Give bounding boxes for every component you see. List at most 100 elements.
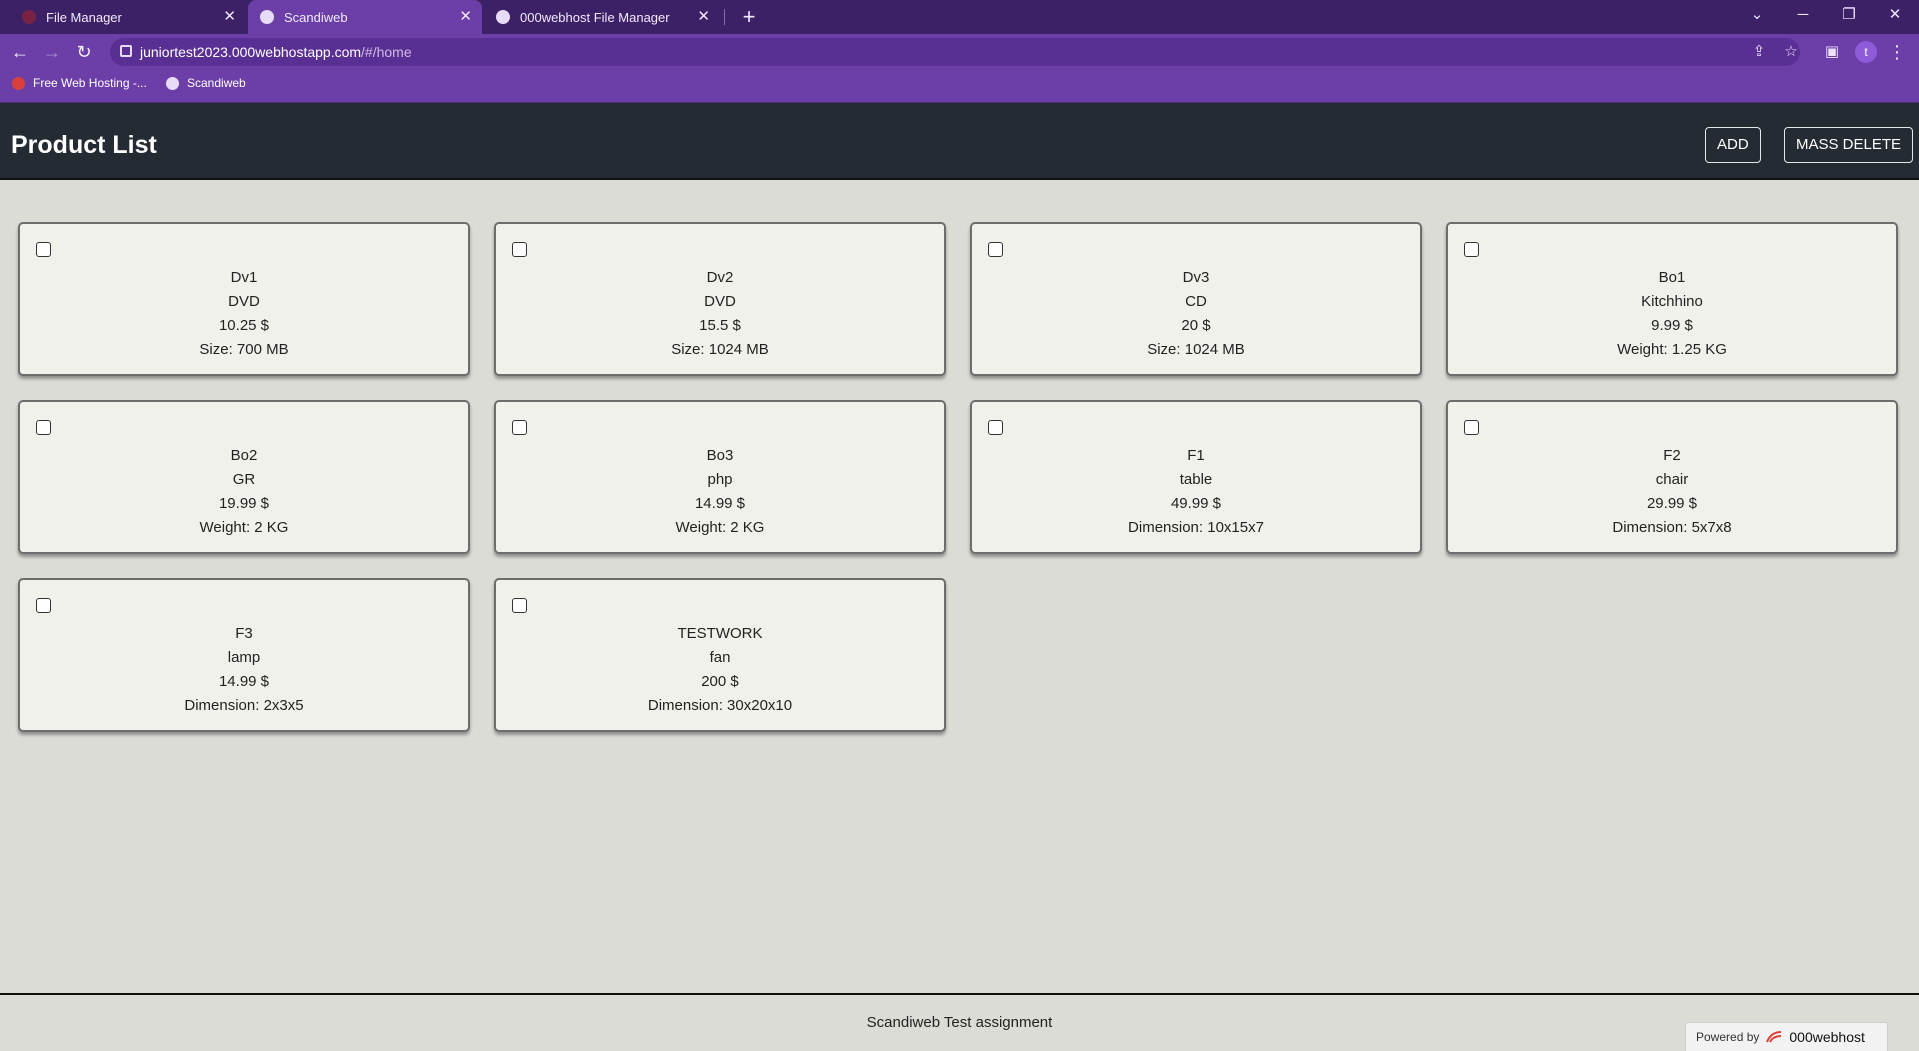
bookmark-star-icon[interactable]: ☆ [1782,43,1800,61]
product-sku: F3 [235,625,253,642]
product-card: F1 table 49.99 $ Dimension: 10x15x7 [970,400,1422,554]
bookmark-free-web-hosting[interactable]: Free Web Hosting -... [12,76,147,90]
address-bar[interactable]: juniortest2023.000webhostapp.com/#/home … [110,38,1800,66]
tab-separator [724,9,725,25]
profile-avatar[interactable]: t [1855,41,1877,63]
product-card: Dv1 DVD 10.25 $ Size: 700 MB [18,222,470,376]
product-attribute: Dimension: 5x7x8 [1612,519,1732,536]
tab-search-icon[interactable]: ⌄ [1734,0,1780,30]
delete-checkbox[interactable] [1464,420,1479,435]
tab-title: File Manager [46,9,122,25]
close-tab-icon[interactable]: ✕ [697,9,710,25]
product-attribute: Dimension: 2x3x5 [184,697,304,714]
tab-file-manager[interactable]: File Manager ✕ [10,0,246,34]
lock-icon [120,45,132,57]
product-attribute: Dimension: 10x15x7 [1128,519,1264,536]
product-sku: Bo1 [1658,269,1686,286]
product-card: Dv3 CD 20 $ Size: 1024 MB [970,222,1422,376]
product-name: lamp [227,649,261,666]
product-name: Kitchhino [1641,293,1703,310]
mass-delete-button[interactable]: MASS DELETE [1784,127,1914,163]
product-attribute: Weight: 2 KG [675,519,765,536]
bookmark-scandiweb[interactable]: Scandiweb [166,76,246,90]
globe-icon [496,10,510,24]
product-name: php [707,471,733,488]
side-panel-icon[interactable]: ▣ [1823,43,1841,61]
delete-checkbox[interactable] [512,420,527,435]
footer-divider [0,993,1919,995]
product-name: GR [232,471,256,488]
tab-title: Scandiweb [284,9,348,25]
product-card: TESTWORK fan 200 $ Dimension: 30x20x10 [494,578,946,732]
product-price: 9.99 $ [1651,317,1693,334]
browser-toolbar: ← → ↻ juniortest2023.000webhostapp.com/#… [0,34,1919,70]
powered-by-label: Powered by [1696,1030,1760,1044]
product-price: 49.99 $ [1170,495,1222,512]
globe-icon [260,10,274,24]
add-button[interactable]: ADD [1705,127,1761,163]
powered-by-brand: 000webhost [1789,1029,1865,1045]
url-text: juniortest2023.000webhostapp.com/#/home [140,44,412,60]
delete-checkbox[interactable] [36,420,51,435]
product-card: F3 lamp 14.99 $ Dimension: 2x3x5 [18,578,470,732]
delete-checkbox[interactable] [512,598,527,613]
close-window-button[interactable]: ✕ [1872,0,1918,30]
product-name: chair [1655,471,1689,488]
product-sku: Bo3 [706,447,734,464]
product-price: 29.99 $ [1646,495,1698,512]
product-name: DVD [704,293,736,310]
restore-button[interactable]: ❐ [1826,0,1872,30]
footer-text: Scandiweb Test assignment [866,1014,1053,1031]
share-icon[interactable]: ⇪ [1750,43,1768,61]
file-manager-favicon-icon [22,10,36,24]
product-card: Bo2 GR 19.99 $ Weight: 2 KG [18,400,470,554]
product-price: 15.5 $ [699,317,741,334]
product-name: CD [1185,293,1207,310]
product-attribute: Size: 700 MB [199,341,289,358]
product-attribute: Weight: 1.25 KG [1617,341,1727,358]
delete-checkbox[interactable] [988,420,1003,435]
browser-tab-strip: File Manager ✕ Scandiweb ✕ 000webhost Fi… [0,0,1919,34]
reload-button[interactable]: ↻ [72,40,96,64]
delete-checkbox[interactable] [512,242,527,257]
close-tab-icon[interactable]: ✕ [459,9,472,25]
product-card: Bo3 php 14.99 $ Weight: 2 KG [494,400,946,554]
product-name: DVD [228,293,260,310]
delete-checkbox[interactable] [1464,242,1479,257]
product-attribute: Size: 1024 MB [1147,341,1245,358]
000webhost-logo-icon [1766,1031,1782,1043]
product-price: 14.99 $ [694,495,746,512]
product-card: Bo1 Kitchhino 9.99 $ Weight: 1.25 KG [1446,222,1898,376]
product-card: Dv2 DVD 15.5 $ Size: 1024 MB [494,222,946,376]
new-tab-button[interactable]: + [736,4,762,30]
browser-menu-icon[interactable]: ⋮ [1888,40,1906,64]
globe-icon [166,76,179,90]
product-name: fan [709,649,731,666]
delete-checkbox[interactable] [988,242,1003,257]
delete-checkbox[interactable] [36,598,51,613]
product-price: 200 $ [701,673,739,690]
product-attribute: Size: 1024 MB [671,341,769,358]
tab-title: 000webhost File Manager [520,9,670,25]
product-sku: Dv1 [230,269,258,286]
000webhost-favicon-icon [12,76,25,90]
product-sku: Dv3 [1182,269,1210,286]
close-tab-icon[interactable]: ✕ [223,9,236,25]
forward-button[interactable]: → [40,40,64,64]
delete-checkbox[interactable] [36,242,51,257]
bookmark-label: Free Web Hosting -... [33,76,147,90]
bookmarks-bar: Free Web Hosting -... Scandiweb [0,70,1919,103]
product-price: 14.99 $ [218,673,270,690]
product-price: 20 $ [1181,317,1211,334]
product-price: 19.99 $ [218,495,270,512]
back-button[interactable]: ← [8,40,32,64]
product-sku: Bo2 [230,447,258,464]
tab-scandiweb[interactable]: Scandiweb ✕ [248,0,482,34]
app-header: Product List ADD MASS DELETE [0,103,1919,180]
tab-000webhost-file-manager[interactable]: 000webhost File Manager ✕ [484,0,720,34]
product-sku: Dv2 [706,269,734,286]
powered-by-badge[interactable]: Powered by 000webhost [1685,1022,1888,1051]
product-sku: TESTWORK [677,625,763,642]
product-sku: F1 [1187,447,1205,464]
minimize-button[interactable]: ─ [1780,0,1826,30]
